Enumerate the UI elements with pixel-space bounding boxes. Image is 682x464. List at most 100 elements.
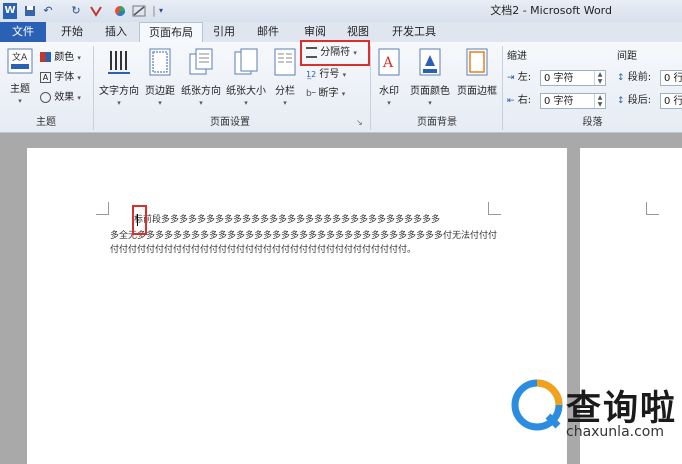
spacing-before-input[interactable]: 0 行	[660, 70, 682, 86]
paper-size-icon	[234, 48, 258, 79]
spacing-title: 间距	[617, 51, 637, 62]
color-circle-icon[interactable]	[114, 3, 126, 19]
save-icon[interactable]	[24, 3, 36, 19]
fonts-button[interactable]: A 字体 ▾	[40, 70, 81, 86]
spacing-after-icon: ↕	[617, 96, 625, 106]
spacing-before-icon: ↕	[617, 73, 625, 83]
tab-developer[interactable]: 开发工具	[386, 22, 442, 42]
theme-group-label: 主题	[36, 117, 56, 128]
hyphenation-label: 断字	[318, 88, 339, 99]
svg-text:A: A	[382, 55, 394, 71]
fonts-label: 字体	[54, 72, 75, 83]
hyphenation-icon: b᠆	[306, 89, 316, 99]
page-background-group-label: 页面背景	[417, 117, 457, 128]
size-button[interactable]: 纸张大小 ▾	[224, 46, 268, 108]
orientation-icon	[188, 48, 214, 79]
tab-references[interactable]: 引用	[206, 22, 242, 42]
indent-left-input[interactable]: 0 字符 ▲ ▼	[540, 70, 606, 86]
tab-review[interactable]: 审阅	[297, 22, 333, 42]
indent-title: 缩进	[507, 51, 527, 62]
watermark-logo-icon	[510, 378, 564, 435]
colors-label: 颜色	[54, 52, 75, 63]
size-label: 纸张大小	[226, 86, 266, 97]
line-numbers-label: 行号	[319, 69, 340, 80]
page-borders-icon	[466, 48, 488, 79]
indent-left-icon: ⇥	[507, 73, 515, 83]
watermark-icon: A	[378, 48, 400, 79]
paragraph-group-label: 段落	[582, 117, 603, 128]
indent-right-label: ⇤ 右:	[507, 95, 532, 106]
breaks-button[interactable]: 分隔符 ▾	[300, 40, 370, 66]
document-line-1[interactable]: 标前段多多多多多多多多多多多多多多多多多多多多多多多多多多多多多多多	[134, 213, 440, 227]
spin-arrows-icon[interactable]: ▲ ▼	[594, 94, 605, 108]
line-numbers-icon: 1̲2	[306, 70, 317, 79]
colors-icon	[40, 52, 51, 62]
orientation-button[interactable]: 纸张方向 ▾	[179, 46, 223, 108]
tab-file[interactable]: 文件	[0, 22, 46, 42]
indent-right-icon: ⇤	[507, 96, 515, 106]
themes-icon: 文A	[7, 48, 33, 77]
page-color-label: 页面颜色	[410, 86, 450, 97]
text-cursor	[137, 214, 138, 226]
document-page[interactable]	[27, 148, 567, 464]
spacing-before-value: 0 行	[664, 73, 682, 84]
cursor-highlight-box	[132, 205, 147, 235]
columns-button[interactable]: 分栏 ▾	[270, 46, 300, 108]
page-borders-label: 页面边框	[457, 86, 497, 97]
effects-button[interactable]: 效果 ▾	[40, 90, 81, 106]
format-painter-icon[interactable]	[88, 3, 104, 19]
customize-qat-icon[interactable]: ▾	[156, 3, 166, 19]
watermark-label: 水印	[379, 86, 399, 97]
document-line-3[interactable]: 付付付付付付付付付付付付付付付付付付付付付付付付付付付付付付付付付。	[110, 243, 416, 257]
margin-corner-mark	[646, 202, 659, 215]
document-line-2[interactable]: 多全无多多多多多多多多多多多多多多多多多多多多多多多多多多多多多多多多多多付无法…	[110, 229, 497, 243]
tab-mailings[interactable]: 邮件	[250, 22, 286, 42]
spacing-after-input[interactable]: 0 行	[660, 93, 682, 109]
page-setup-launcher-icon[interactable]: ↘	[356, 118, 363, 127]
themes-button[interactable]: 文A 主题 ▾	[4, 46, 36, 108]
hyphenation-button[interactable]: b᠆ 断字 ▾	[306, 86, 345, 102]
spacing-after-label: ↕ 段后:	[617, 95, 652, 106]
text-direction-icon	[106, 48, 132, 79]
page-borders-button[interactable]: 页面边框	[454, 46, 500, 108]
undo-icon[interactable]: ↶	[42, 3, 54, 19]
tab-page-layout[interactable]: 页面布局	[139, 22, 203, 44]
breaks-icon	[306, 46, 317, 58]
margins-button[interactable]: 页边距 ▾	[143, 46, 177, 108]
watermark-button[interactable]: A 水印 ▾	[374, 46, 404, 108]
redo-icon[interactable]: ↻	[70, 3, 82, 19]
page-color-icon	[419, 48, 441, 79]
margin-corner-mark	[488, 202, 501, 215]
tab-view[interactable]: 视图	[340, 22, 376, 42]
orientation-label: 纸张方向	[181, 86, 221, 97]
draw-icon[interactable]	[132, 3, 146, 19]
group-divider	[370, 46, 371, 130]
line-numbers-button[interactable]: 1̲2 行号 ▾	[306, 67, 346, 83]
columns-icon	[274, 48, 296, 79]
indent-right-input[interactable]: 0 字符 ▲ ▼	[540, 93, 606, 109]
colors-button[interactable]: 颜色 ▾	[40, 50, 81, 66]
watermark-url: chaxunla.com	[566, 424, 664, 440]
indent-left-label: ⇥ 左:	[507, 72, 532, 83]
tab-home[interactable]: 开始	[54, 22, 90, 42]
margins-icon	[149, 48, 171, 79]
spacing-before-label: ↕ 段前:	[617, 72, 652, 83]
spin-arrows-icon[interactable]: ▲ ▼	[594, 71, 605, 85]
fonts-icon: A	[40, 71, 51, 83]
breaks-label: 分隔符	[320, 47, 351, 58]
columns-label: 分栏	[275, 86, 295, 97]
indent-left-value: 0 字符	[544, 73, 574, 84]
svg-text:文A: 文A	[12, 51, 28, 63]
margins-label: 页边距	[145, 86, 175, 97]
margin-corner-mark	[96, 202, 109, 215]
page-setup-group-label: 页面设置	[210, 117, 250, 128]
effects-icon	[40, 91, 51, 103]
themes-label: 主题	[10, 84, 30, 95]
indent-right-value: 0 字符	[544, 96, 574, 107]
page-color-button[interactable]: 页面颜色 ▾	[407, 46, 453, 108]
tab-insert[interactable]: 插入	[98, 22, 134, 42]
spacing-after-value: 0 行	[664, 96, 682, 107]
text-direction-button[interactable]: 文字方向 ▾	[97, 46, 141, 108]
word-app-icon[interactable]: W	[3, 3, 17, 19]
text-direction-label: 文字方向	[99, 86, 139, 97]
